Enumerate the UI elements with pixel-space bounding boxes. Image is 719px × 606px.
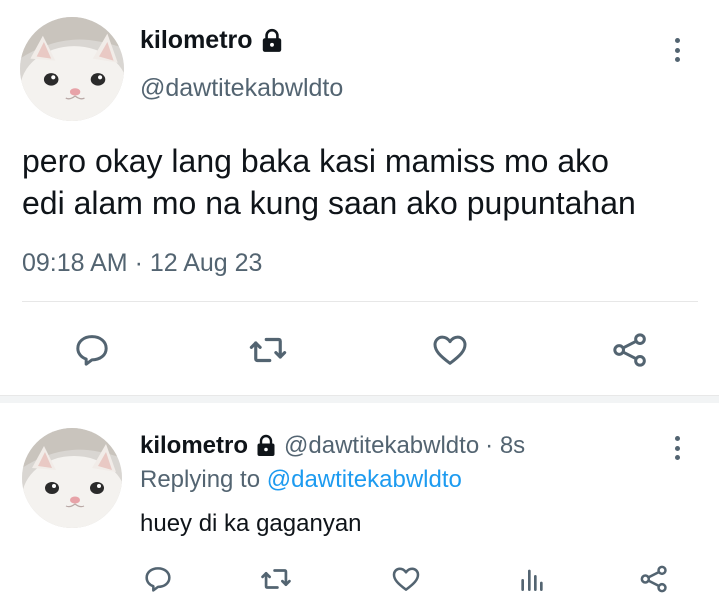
tweet-text-line: edi alam mo na kung saan ako pupuntahan: [22, 185, 636, 221]
reply-icon[interactable]: [70, 322, 114, 378]
divider: [22, 301, 698, 302]
display-name[interactable]: kilometro: [140, 432, 248, 460]
retweet-icon[interactable]: [254, 554, 298, 604]
more-options-icon[interactable]: [667, 34, 687, 66]
replying-mention-link[interactable]: @dawtitekabwldto: [267, 466, 462, 493]
reply-tweet[interactable]: kilometro @dawtitekabwldto · 8s Replying…: [0, 404, 719, 606]
share-icon[interactable]: [634, 554, 674, 604]
more-dot: [674, 455, 680, 460]
replying-prefix: Replying to: [140, 466, 267, 493]
like-icon[interactable]: [428, 322, 472, 378]
reply-author-row: kilometro @dawtitekabwldto · 8s: [140, 432, 525, 460]
reply-text: huey di ka gaganyan: [140, 510, 362, 537]
retweet-icon[interactable]: [240, 322, 296, 378]
main-tweet: kilometro @dawtitekabwldto pero okay lan…: [0, 0, 719, 396]
author-handle[interactable]: @dawtitekabwldto: [140, 74, 343, 103]
reply-time: · 8s: [485, 432, 526, 459]
more-dot: [674, 57, 680, 62]
more-options-icon[interactable]: [667, 432, 687, 464]
author-name-row: kilometro: [140, 26, 285, 55]
tweet-text: pero okay lang baka kasi mamiss mo ako e…: [22, 140, 712, 224]
more-dot: [674, 38, 680, 43]
like-icon[interactable]: [386, 554, 426, 604]
cat-avatar-image: [20, 17, 124, 121]
analytics-icon[interactable]: [512, 554, 552, 604]
reply-icon[interactable]: [138, 554, 178, 604]
reply-action-bar: [0, 554, 719, 604]
lock-icon: [254, 434, 278, 458]
more-dot: [674, 436, 680, 441]
author-handle[interactable]: @dawtitekabwldto: [284, 432, 479, 460]
share-icon[interactable]: [606, 322, 654, 378]
tweet-text-line: pero okay lang baka kasi mamiss mo ako: [22, 143, 609, 179]
tweet-separator: [0, 395, 719, 403]
display-name[interactable]: kilometro: [140, 26, 253, 55]
more-dot: [674, 47, 680, 53]
cat-avatar-image: [22, 428, 122, 528]
avatar[interactable]: [20, 17, 124, 121]
avatar[interactable]: [22, 428, 122, 528]
tweet-action-bar: [0, 322, 719, 378]
replying-to: Replying to @dawtitekabwldto: [140, 466, 462, 494]
lock-icon: [259, 28, 285, 54]
tweet-timestamp[interactable]: 09:18 AM · 12 Aug 23: [22, 249, 262, 278]
more-dot: [674, 445, 680, 451]
